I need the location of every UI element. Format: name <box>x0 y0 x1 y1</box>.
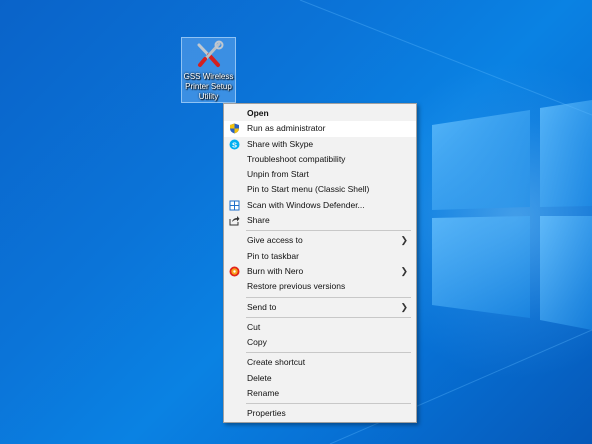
menu-item-open[interactable]: Open <box>224 106 416 121</box>
menu-item-troubleshoot-compatibility[interactable]: Troubleshoot compatibility <box>224 152 416 167</box>
menu-item-label: Burn with Nero <box>247 265 304 276</box>
nero-icon <box>229 266 240 277</box>
menu-item-pin-to-start-menu-classic-shell[interactable]: Pin to Start menu (Classic Shell) <box>224 182 416 197</box>
menu-item-label: Cut <box>247 321 261 332</box>
menu-item-label: Delete <box>247 372 272 383</box>
menu-item-run-as-administrator[interactable]: Run as administrator <box>224 121 416 137</box>
menu-item-burn-with-nero[interactable]: Burn with Nero ❯ <box>224 264 416 279</box>
menu-item-send-to[interactable]: Send to ❯ <box>224 300 416 315</box>
menu-item-share[interactable]: Share <box>224 213 416 228</box>
menu-item-share-with-skype[interactable]: S Share with Skype <box>224 137 416 152</box>
menu-item-label: Pin to Start menu (Classic Shell) <box>247 184 370 195</box>
menu-item-label: Run as administrator <box>247 123 326 134</box>
chevron-right-icon: ❯ <box>400 265 408 276</box>
wrench-screwdriver-icon <box>197 40 224 67</box>
menu-separator <box>246 230 411 232</box>
menu-item-label: Copy <box>247 337 267 348</box>
menu-item-create-shortcut[interactable]: Create shortcut <box>224 355 416 370</box>
menu-item-pin-to-taskbar[interactable]: Pin to taskbar <box>224 249 416 264</box>
menu-item-restore-previous-versions[interactable]: Restore previous versions <box>224 279 416 294</box>
menu-separator <box>246 316 411 318</box>
windows-defender-icon <box>229 200 240 211</box>
menu-item-label: Restore previous versions <box>247 281 346 292</box>
desktop-icon-label: GSS Wireless Printer Setup Utility <box>183 72 234 101</box>
menu-item-give-access-to[interactable]: Give access to ❯ <box>224 233 416 248</box>
chevron-right-icon: ❯ <box>400 235 408 246</box>
menu-item-rename[interactable]: Rename <box>224 386 416 401</box>
menu-item-label: Properties <box>247 408 286 419</box>
menu-item-label: Unpin from Start <box>247 169 309 180</box>
menu-item-label: Create shortcut <box>247 357 306 368</box>
menu-item-label: Share with Skype <box>247 138 314 149</box>
skype-icon: S <box>229 139 240 150</box>
menu-separator <box>246 403 411 405</box>
desktop-icon-gss-wireless-printer-setup-utility[interactable]: GSS Wireless Printer Setup Utility <box>181 37 236 103</box>
menu-separator <box>246 352 411 354</box>
menu-item-label: Give access to <box>247 235 303 246</box>
svg-text:S: S <box>232 140 237 149</box>
menu-separator <box>246 296 411 298</box>
menu-item-cut[interactable]: Cut <box>224 320 416 335</box>
menu-item-label: Troubleshoot compatibility <box>247 153 346 164</box>
context-menu: Open Run as administrator S Share with S… <box>223 103 417 423</box>
uac-shield-icon <box>230 123 239 134</box>
menu-item-label: Rename <box>247 388 280 399</box>
chevron-right-icon: ❯ <box>400 301 408 312</box>
menu-item-scan-with-windows-defender[interactable]: Scan with Windows Defender... <box>224 198 416 213</box>
menu-item-label: Send to <box>247 301 277 312</box>
menu-item-delete[interactable]: Delete <box>224 371 416 386</box>
menu-item-label: Pin to taskbar <box>247 250 299 261</box>
menu-item-properties[interactable]: Properties <box>224 406 416 421</box>
menu-item-copy[interactable]: Copy <box>224 335 416 350</box>
share-icon <box>229 216 240 226</box>
menu-item-label: Scan with Windows Defender... <box>247 199 365 210</box>
desktop[interactable]: GSS Wireless Printer Setup Utility Open … <box>0 0 592 444</box>
menu-item-label: Share <box>247 215 270 226</box>
menu-item-unpin-from-start[interactable]: Unpin from Start <box>224 167 416 182</box>
menu-item-label: Open <box>247 108 269 118</box>
